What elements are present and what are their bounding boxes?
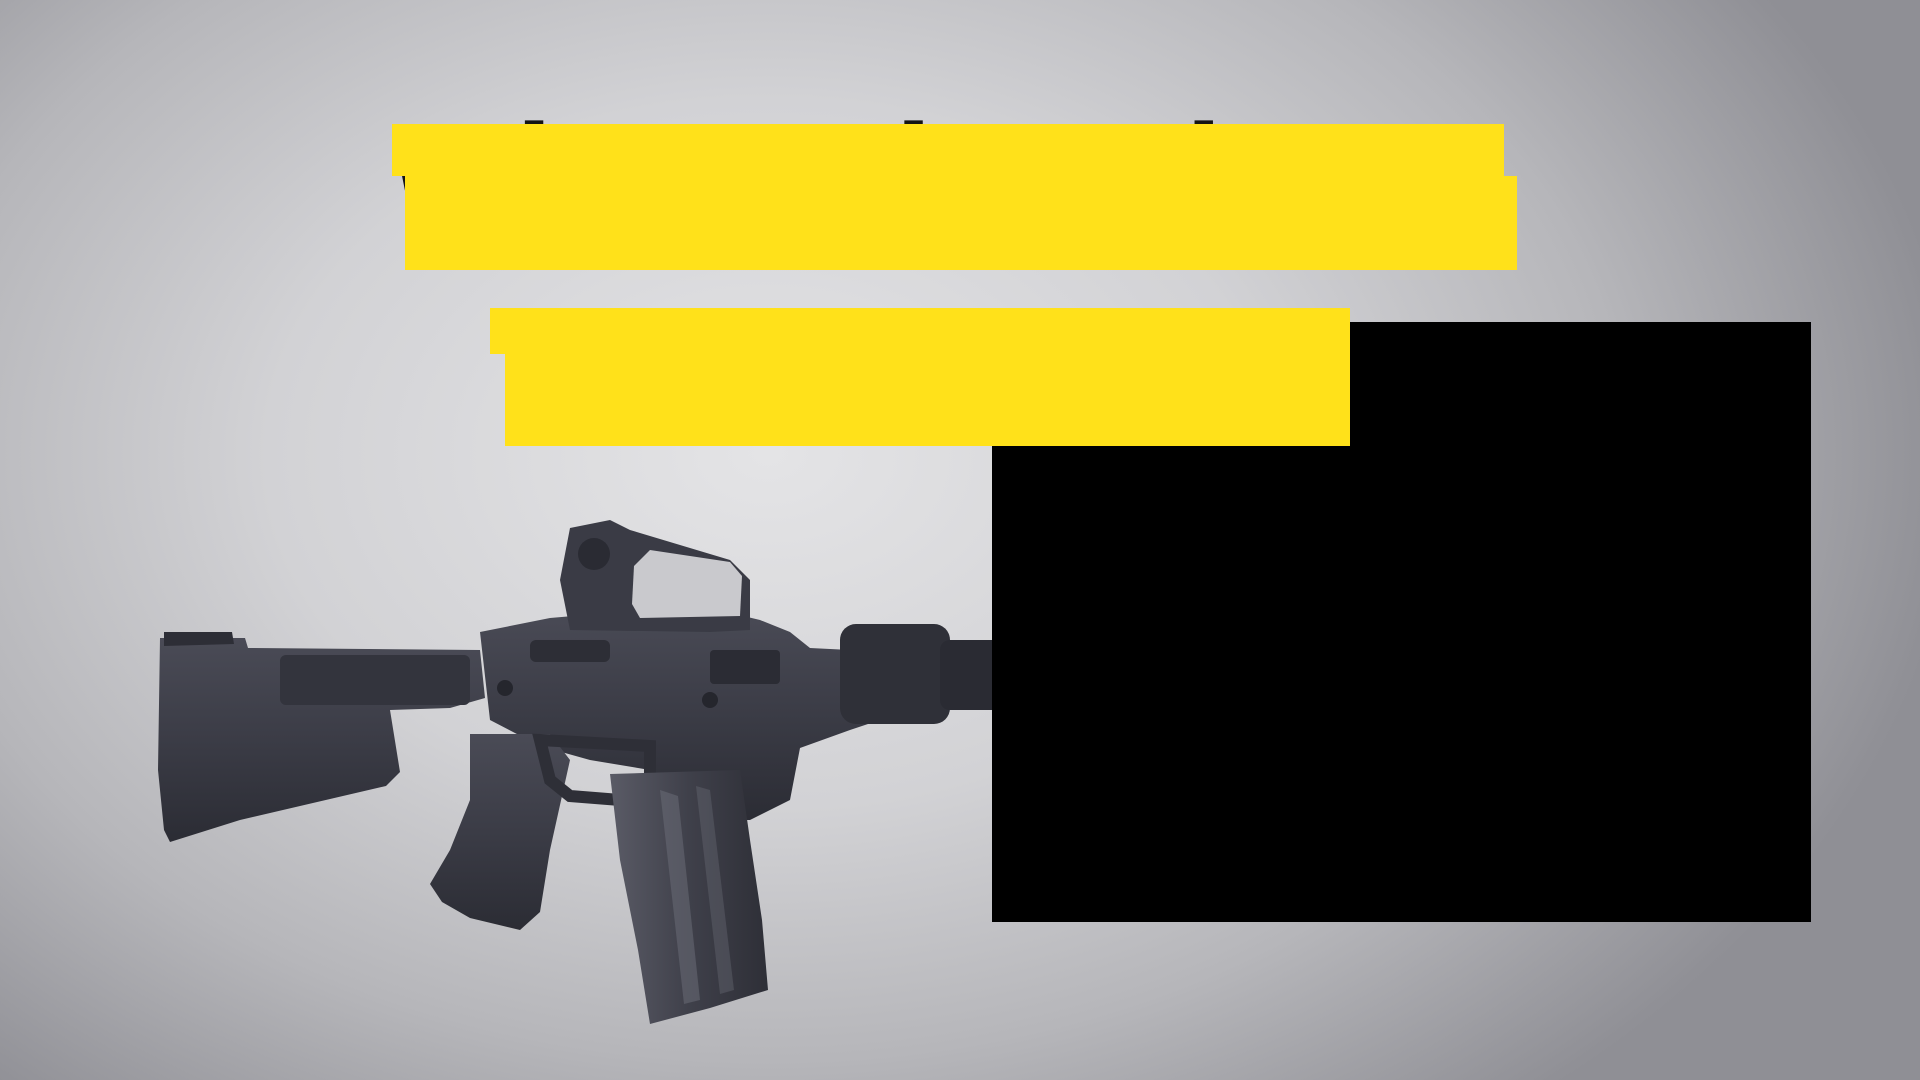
rifle-charging-handle: [530, 640, 610, 662]
highlight-band-line1-top: [392, 124, 1504, 176]
highlight-band-line2-bottom: [505, 354, 1350, 446]
rifle-photo: [158, 520, 1050, 1024]
rifle-stock-tube: [280, 655, 470, 705]
rifle-handguard: [840, 624, 950, 724]
highlight-band-line1-bottom: [405, 176, 1517, 270]
rifle-pin-rear: [497, 680, 513, 696]
rifle-pin-front: [702, 692, 718, 708]
rifle-ejection-port: [710, 650, 780, 684]
rifle-rear-sight-knob: [578, 538, 610, 570]
highlight-band-line2-top: [490, 308, 1350, 354]
rifle-stock-top-ridge: [164, 632, 234, 646]
